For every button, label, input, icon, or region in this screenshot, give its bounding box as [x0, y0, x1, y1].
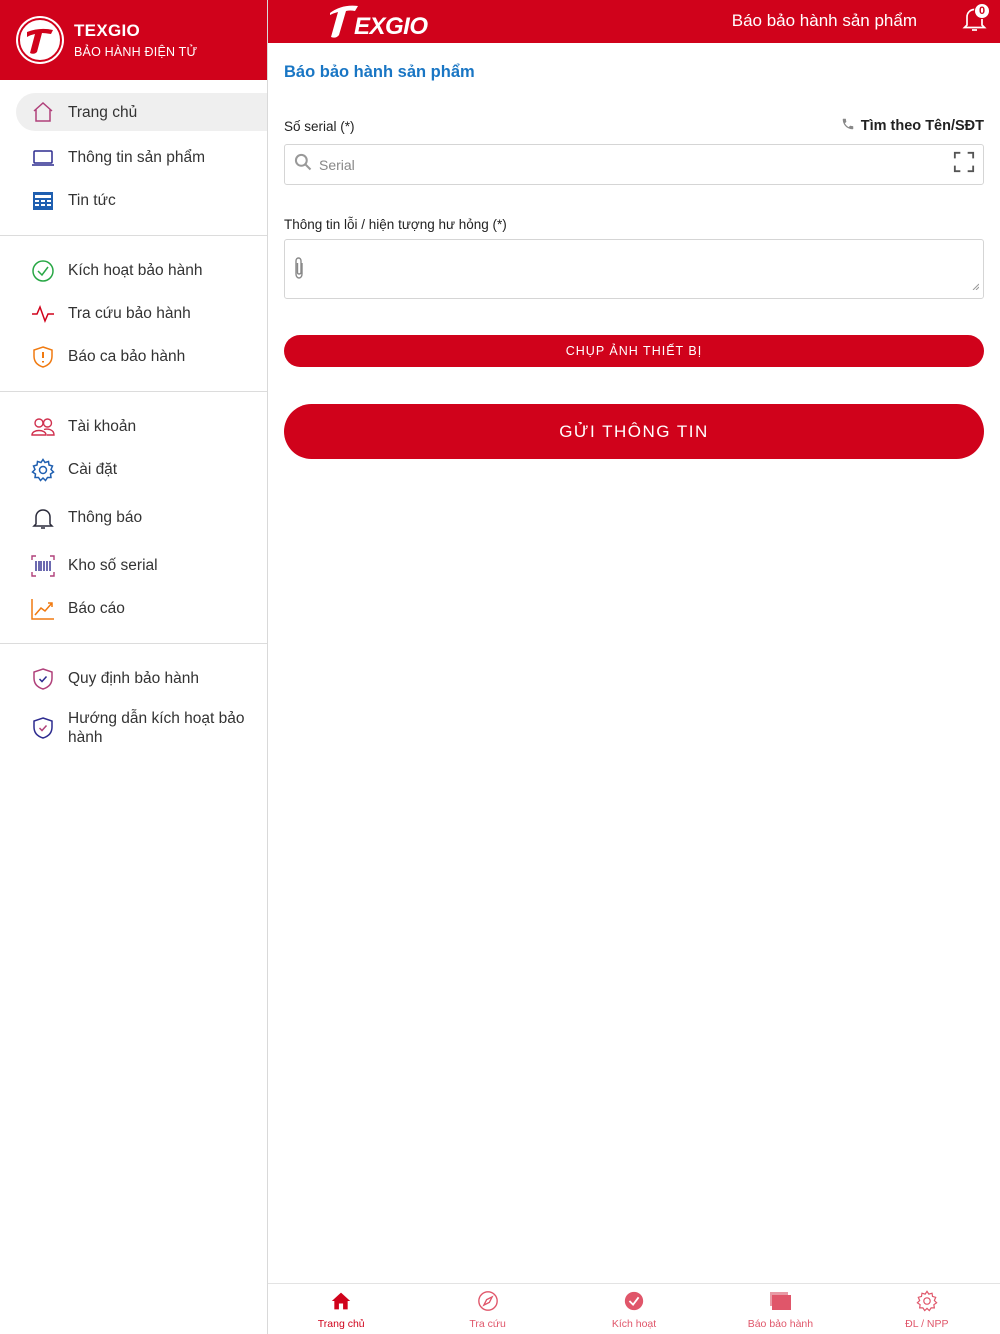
brand-name: TEXGIO — [74, 21, 141, 40]
gear-icon — [915, 1289, 939, 1313]
resize-grip-icon[interactable] — [972, 277, 980, 295]
notification-button[interactable]: 0 — [962, 3, 990, 36]
serial-label: Số serial (*) — [284, 118, 355, 134]
tab-warranty-report[interactable]: Báo bảo hành — [707, 1284, 853, 1334]
sidebar-group-warranty: Kích hoạt bảo hành Tra cứu bảo hành Báo … — [0, 236, 267, 392]
sidebar-item-label: Quy định bảo hành — [68, 670, 199, 687]
laptop-icon — [30, 145, 56, 171]
paperclip-icon[interactable] — [291, 256, 307, 298]
shield-check-icon — [30, 715, 56, 741]
take-device-photo-button[interactable]: CHỤP ẢNH THIẾT BỊ — [284, 335, 984, 367]
sidebar-group-account: Tài khoản Cài đặt Thông báo Kho số seria… — [0, 392, 267, 644]
sidebar-item-news[interactable]: Tin tức — [16, 179, 267, 222]
sidebar-item-lookup-warranty[interactable]: Tra cứu bảo hành — [16, 292, 267, 335]
page-title: Báo bảo hành sản phẩm — [284, 63, 475, 81]
sidebar-item-label: Cài đặt — [68, 461, 118, 478]
sidebar: TEXGIO BẢO HÀNH ĐIỆN TỬ Trang chủ Thông … — [0, 0, 268, 1334]
send-info-button[interactable]: GỬI THÔNG TIN — [284, 404, 984, 459]
tab-lookup[interactable]: Tra cứu — [414, 1284, 560, 1334]
top-bar-title: Báo bảo hành sản phẩm — [731, 11, 917, 30]
home-icon — [329, 1289, 353, 1313]
scan-icon[interactable] — [953, 151, 975, 178]
gear-icon — [30, 457, 56, 483]
sidebar-item-label: Thông báo — [68, 509, 143, 526]
sidebar-item-activate-warranty[interactable]: Kích hoạt bảo hành — [16, 249, 267, 292]
check-circle-icon — [30, 258, 56, 284]
brand-subtitle: BẢO HÀNH ĐIỆN TỬ — [74, 45, 198, 59]
find-by-name-phone-link[interactable]: Tìm theo Tên/SĐT — [841, 117, 984, 135]
sidebar-item-label: Kho số serial — [68, 557, 158, 574]
svg-text:EXGIO: EXGIO — [354, 13, 428, 40]
sidebar-item-account[interactable]: Tài khoản — [16, 405, 267, 448]
issue-textarea[interactable] — [311, 256, 983, 298]
notification-badge: 0 — [974, 3, 990, 19]
sidebar-item-label: Báo ca bảo hành — [68, 348, 186, 365]
search-icon — [293, 152, 313, 177]
issue-field — [284, 239, 984, 299]
news-icon — [30, 188, 56, 214]
phone-icon — [841, 117, 855, 135]
sidebar-item-warranty-policy[interactable]: Quy định bảo hành — [16, 657, 267, 700]
sidebar-item-label: Kích hoạt bảo hành — [68, 262, 203, 279]
bell-icon — [30, 505, 56, 531]
main-content: Báo bảo hành sản phẩm Số serial (*) Tìm … — [268, 43, 1000, 1283]
compass-icon — [476, 1289, 500, 1313]
chart-icon — [30, 596, 56, 622]
sidebar-item-product-info[interactable]: Thông tin sản phẩm — [16, 136, 267, 179]
sidebar-item-serial-store[interactable]: Kho số serial — [16, 544, 267, 587]
find-link-label: Tìm theo Tên/SĐT — [860, 118, 984, 134]
sidebar-item-label: Tin tức — [68, 192, 116, 209]
folder-icon — [768, 1289, 792, 1313]
sidebar-item-label: Thông tin sản phẩm — [68, 149, 206, 166]
sidebar-group-main: Trang chủ Thông tin sản phẩm Tin tức — [0, 80, 267, 236]
shield-alert-icon — [30, 344, 56, 370]
app-root: TEXGIO BẢO HÀNH ĐIỆN TỬ Trang chủ Thông … — [0, 0, 1000, 1334]
brand-logo-icon — [16, 16, 64, 64]
sidebar-header: TEXGIO BẢO HÀNH ĐIỆN TỬ — [0, 0, 267, 80]
barcode-icon — [30, 553, 56, 579]
texgio-logo: EXGIO — [324, 1, 446, 41]
sidebar-item-activation-guide[interactable]: Hướng dẫn kích hoạt bảo hành — [16, 700, 267, 756]
tab-distributor[interactable]: ĐL / NPP — [854, 1284, 1000, 1334]
shield-check-icon — [30, 666, 56, 692]
sidebar-item-label: Hướng dẫn kích hoạt bảo hành — [68, 710, 245, 746]
serial-label-row: Số serial (*) Tìm theo Tên/SĐT — [284, 116, 984, 136]
tab-label: ĐL / NPP — [905, 1318, 949, 1330]
issue-label: Thông tin lỗi / hiện tượng hư hỏng (*) — [284, 217, 507, 232]
tab-activate[interactable]: Kích hoạt — [561, 1284, 707, 1334]
sidebar-item-notifications[interactable]: Thông báo — [16, 491, 267, 544]
bell-icon — [962, 8, 988, 36]
sidebar-item-report-case[interactable]: Báo ca bảo hành — [16, 335, 267, 378]
users-icon — [30, 414, 56, 440]
tab-label: Kích hoạt — [611, 1318, 657, 1330]
sidebar-item-label: Tài khoản — [68, 418, 137, 435]
brand-text: TEXGIO BẢO HÀNH ĐIỆN TỬ — [74, 21, 197, 59]
serial-input[interactable] — [319, 156, 953, 173]
sidebar-item-label: Trang chủ — [68, 103, 138, 121]
home-icon — [30, 99, 56, 125]
sidebar-item-label: Báo cáo — [68, 600, 125, 617]
check-circle-icon — [622, 1289, 646, 1313]
bottom-tab-bar: Trang chủ Tra cứu Kích hoạt Báo bảo hành… — [268, 1283, 1000, 1334]
tab-home[interactable]: Trang chủ — [268, 1284, 414, 1334]
tab-label: Trang chủ — [317, 1318, 365, 1330]
top-bar: EXGIO Báo bảo hành sản phẩm 0 — [268, 0, 1000, 43]
tab-label: Tra cứu — [469, 1318, 506, 1330]
sidebar-group-policy: Quy định bảo hành Hướng dẫn kích hoạt bả… — [0, 644, 267, 769]
activity-icon — [30, 301, 56, 327]
tab-label: Báo bảo hành — [747, 1318, 814, 1330]
serial-field — [284, 144, 984, 185]
sidebar-item-settings[interactable]: Cài đặt — [16, 448, 267, 491]
sidebar-item-home[interactable]: Trang chủ — [16, 93, 267, 131]
sidebar-item-label: Tra cứu bảo hành — [68, 305, 191, 322]
sidebar-item-reports[interactable]: Báo cáo — [16, 587, 267, 630]
